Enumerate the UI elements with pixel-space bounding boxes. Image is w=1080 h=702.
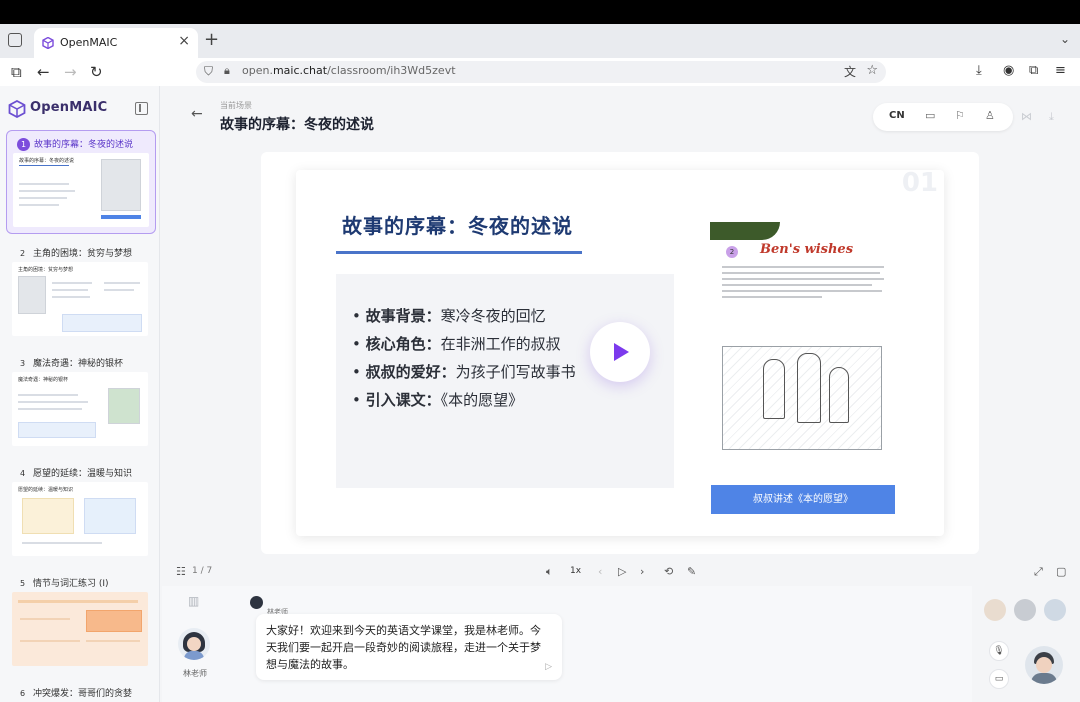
- scene-item-6[interactable]: 6 冲突爆发：哥哥们的贪婪: [6, 680, 156, 702]
- book-caption-button[interactable]: 叔叔讲述《本的愿望》: [711, 485, 895, 514]
- chat-icon[interactable]: ▭: [989, 669, 1009, 689]
- chat-message: 大家好！欢迎来到今天的英语文学课堂，我是林老师。今天我们要一起开启一段奇妙的阅读…: [266, 624, 541, 671]
- pen-icon[interactable]: ✎: [687, 565, 696, 578]
- scene-item-header: 4 愿望的延续：温暖与知识: [19, 469, 133, 479]
- scene-item-header: 1 故事的序幕：冬夜的述说: [17, 137, 133, 151]
- speed-button[interactable]: 1x: [570, 566, 581, 576]
- collapse-sidebar-icon[interactable]: [135, 102, 148, 115]
- tab-list-chevron-icon[interactable]: ⌄: [1060, 32, 1070, 46]
- scene-list-icon[interactable]: ☷: [176, 565, 186, 578]
- url-text: open.maic.chat/classroom/ih3Wd5zevt: [242, 64, 456, 77]
- slide-page-number: 01: [901, 170, 938, 198]
- chat-bubble: 大家好！欢迎来到今天的英语文学课堂，我是林老师。今天我们要一起开启一段奇妙的阅读…: [256, 614, 562, 680]
- reload-icon[interactable]: ↻: [90, 63, 103, 81]
- play-small-icon[interactable]: ▷: [618, 565, 626, 578]
- play-icon: [614, 343, 629, 361]
- slide-title: 故事的序幕：冬夜的述说: [342, 214, 573, 238]
- scene-item-header: 2 主角的困境：贫穷与梦想: [19, 249, 133, 259]
- title-underline: [336, 251, 582, 254]
- speaker-avatar: [250, 596, 263, 609]
- shield-icon: ⛉: [204, 64, 214, 78]
- user-icon[interactable]: ♙: [985, 109, 995, 122]
- lock-icon: 🔒︎: [224, 64, 230, 77]
- scene-thumbnail: 愿望的延续：温暖与知识: [12, 482, 148, 556]
- slide-canvas: 01 故事的序幕：冬夜的述说 • 故事背景：寒冷冬夜的回忆 • 核心角色：在非洲…: [296, 170, 944, 536]
- account-icon[interactable]: ◉: [1003, 63, 1014, 78]
- loop-icon[interactable]: ⟲: [664, 565, 673, 578]
- prev-icon[interactable]: ‹: [598, 565, 602, 578]
- scene-thumbnail: [12, 592, 148, 666]
- next-icon[interactable]: ›: [640, 565, 644, 578]
- scene-item-4[interactable]: 4 愿望的延续：温暖与知识 愿望的延续：温暖与知识: [6, 460, 156, 564]
- leaf-decoration: [710, 222, 780, 240]
- scene-thumbnail: 主角的困境：贫穷与梦想: [12, 262, 148, 336]
- play-button[interactable]: [590, 322, 650, 382]
- scene-item-header: 6 冲突爆发：哥哥们的贪婪: [19, 689, 133, 699]
- new-tab-button[interactable]: +: [204, 29, 219, 50]
- scene-item-header: 3 魔法奇遇：神秘的银杯: [19, 359, 124, 369]
- scene-item-header: 5 情节与词汇练习 (I): [19, 579, 109, 589]
- top-bar: [0, 0, 1080, 24]
- forward-arrow-icon[interactable]: →: [64, 63, 77, 81]
- scene-item-2[interactable]: 2 主角的困境：贫穷与梦想 主角的困境：贫穷与梦想: [6, 240, 156, 344]
- bullet-list: • 故事背景：寒冷冬夜的回忆 • 核心角色：在非洲工作的叔叔 • 叔叔的爱好：为…: [352, 302, 576, 414]
- teacher-avatar[interactable]: [178, 628, 210, 660]
- bullet-item: • 故事背景：寒冷冬夜的回忆: [352, 307, 546, 325]
- download-icon[interactable]: ⤓: [976, 63, 982, 78]
- language-button[interactable]: CN: [889, 110, 905, 121]
- page-title: 故事的序幕：冬夜的述说: [220, 117, 374, 133]
- fullscreen-icon[interactable]: ⤢: [1034, 565, 1043, 579]
- book-page-badge: 2: [726, 246, 738, 258]
- back-arrow-icon[interactable]: ←: [191, 106, 203, 122]
- bullet-item: • 核心角色：在非洲工作的叔叔: [352, 335, 561, 353]
- openmaic-logo-icon: [42, 37, 54, 49]
- scene-thumbnail: 魔法奇遇：神秘的银杯: [12, 372, 148, 446]
- volume-icon[interactable]: 🔈︎: [546, 565, 553, 579]
- student-avatar-3[interactable]: [1044, 599, 1066, 621]
- bullet-item: • 引入课文：《本的愿望》: [352, 391, 524, 409]
- microphone-icon[interactable]: 🎙︎: [989, 641, 1009, 661]
- tab-overview-icon[interactable]: [8, 33, 22, 47]
- brand-name: OpenMAIC: [30, 100, 108, 115]
- book-title: Ben's wishes: [760, 242, 854, 257]
- share-icon[interactable]: ⋈: [1021, 110, 1032, 123]
- browser-tab-strip: OpenMAIC × + ⌄: [0, 24, 1080, 58]
- scene-thumbnail: 故事的序幕：冬夜的述说: [13, 153, 149, 227]
- header-toolbar: CN ▭ ⚐ ♙: [873, 103, 1013, 131]
- tab-title: OpenMAIC: [60, 36, 118, 49]
- export-icon[interactable]: ⤓: [1049, 110, 1054, 124]
- book-illustration: [722, 346, 882, 450]
- extensions-icon[interactable]: ⧉: [1029, 63, 1038, 78]
- replay-icon[interactable]: ▷: [545, 662, 552, 672]
- whiteboard-icon[interactable]: ▭: [925, 109, 935, 122]
- openmaic-logo-icon: [8, 100, 26, 118]
- breadcrumb: 当前场景: [220, 101, 252, 110]
- bookmark-star-icon[interactable]: ☆: [866, 63, 878, 78]
- playback-bar: ☷ 1 / 7 🔈︎ 1x ‹ ▷ › ⟲ ✎ ⤢ ▢: [162, 562, 1080, 584]
- sidebar-toggle-icon[interactable]: ⧉: [11, 63, 22, 81]
- tab-close-icon[interactable]: ×: [178, 33, 190, 49]
- student-avatar-1[interactable]: [984, 599, 1006, 621]
- menu-icon[interactable]: ≡: [1055, 63, 1066, 78]
- chat-toggle-icon[interactable]: ▢: [1056, 565, 1066, 578]
- scene-item-1[interactable]: 1 故事的序幕：冬夜的述说 故事的序幕：冬夜的述说: [6, 130, 156, 234]
- notebook-icon[interactable]: ▥: [188, 594, 199, 608]
- back-arrow-icon[interactable]: ←: [37, 63, 50, 81]
- user-avatar[interactable]: [1025, 646, 1063, 684]
- url-field[interactable]: ⛉ 🔒︎ open.maic.chat/classroom/ih3Wd5zevt…: [196, 61, 886, 83]
- book-page-image: 2 Ben's wishes: [710, 222, 896, 484]
- scene-item-3[interactable]: 3 魔法奇遇：神秘的银杯 魔法奇遇：神秘的银杯: [6, 350, 156, 454]
- page-indicator: 1 / 7: [192, 566, 213, 576]
- translate-icon[interactable]: 文: [844, 63, 856, 80]
- bullet-item: • 叔叔的爱好：为孩子们写故事书: [352, 363, 576, 381]
- presentation-icon[interactable]: ⚐: [955, 109, 965, 122]
- student-avatar-2[interactable]: [1014, 599, 1036, 621]
- scene-sidebar: OpenMAIC 1 故事的序幕：冬夜的述说 故事的序幕：冬夜的述说 2 主角的困境…: [0, 86, 160, 702]
- scene-item-5[interactable]: 5 情节与词汇练习 (I): [6, 570, 156, 674]
- address-bar-row: ⧉ ← → ↻ ⛉ 🔒︎ open.maic.chat/classroom/ih…: [0, 58, 1080, 86]
- teacher-name: 林老师: [183, 669, 207, 678]
- browser-tab[interactable]: OpenMAIC ×: [34, 28, 198, 58]
